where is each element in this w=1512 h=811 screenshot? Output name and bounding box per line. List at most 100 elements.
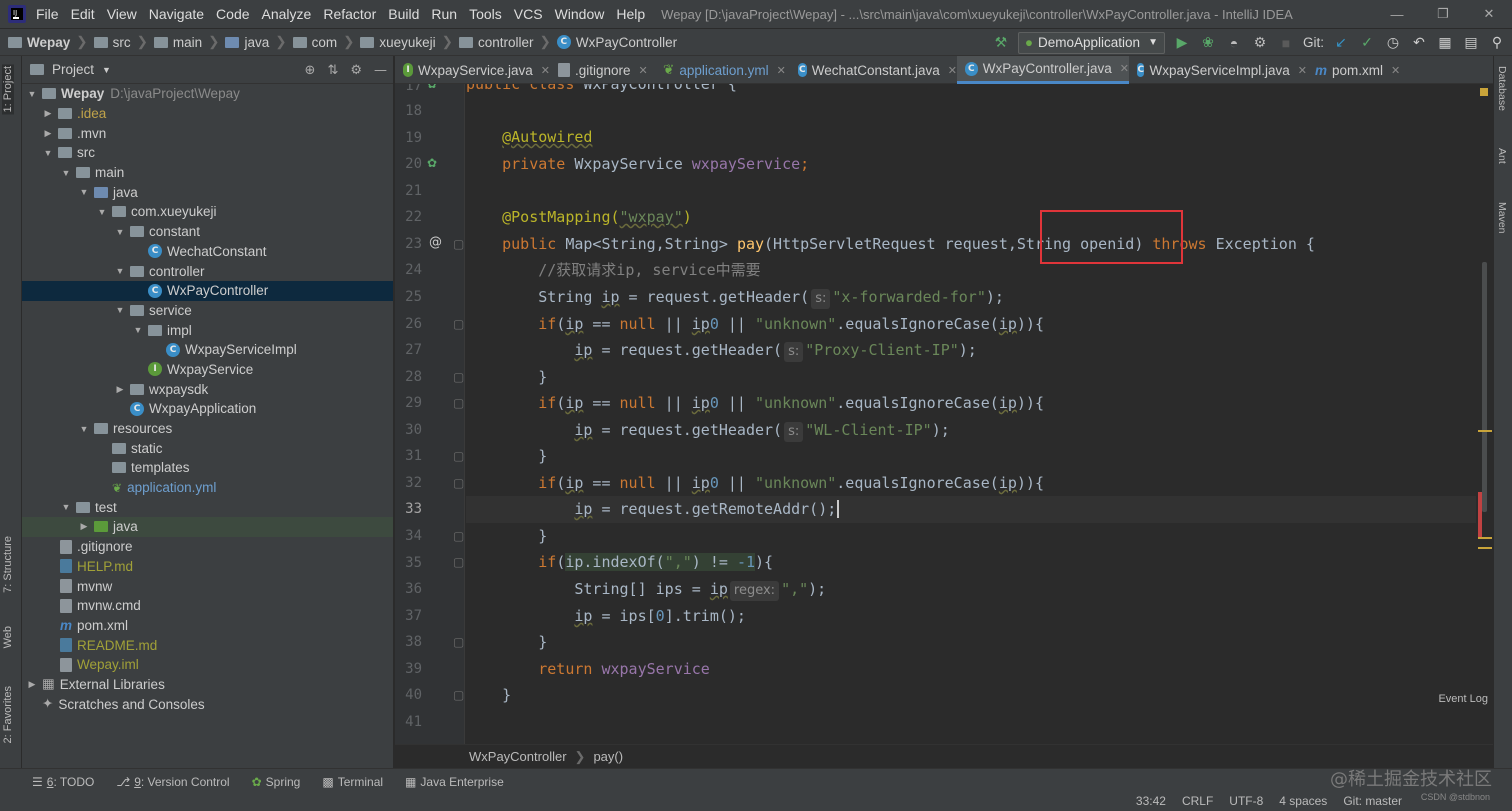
breadcrumb-controller[interactable]: controller ❯ bbox=[456, 34, 554, 50]
project-structure-icon[interactable]: ▦ bbox=[1436, 34, 1454, 52]
rollback-icon[interactable]: ↶ bbox=[1410, 34, 1428, 52]
menu-run[interactable]: Run bbox=[425, 0, 463, 28]
menu-view[interactable]: View bbox=[101, 0, 143, 28]
build-hammer-icon[interactable]: ⚒ bbox=[992, 34, 1010, 52]
close-tab-icon[interactable]: ✕ bbox=[1391, 64, 1400, 77]
tree-item-external-libraries[interactable]: ▶ ▦ External Libraries bbox=[22, 675, 393, 695]
footer-crumb-method[interactable]: pay() bbox=[593, 749, 623, 764]
close-tab-icon[interactable]: ✕ bbox=[639, 64, 648, 77]
tree-item-wxpayservice[interactable]: I WxpayService bbox=[22, 360, 393, 380]
footer-crumb-class[interactable]: WxPayController bbox=[469, 749, 567, 764]
profile-icon[interactable]: ⚙ bbox=[1251, 34, 1269, 52]
tree-item-resources[interactable]: ▼ resources bbox=[22, 419, 393, 439]
breadcrumb-project[interactable]: Wepay ❯ bbox=[0, 34, 91, 50]
breadcrumb-java[interactable]: java ❯ bbox=[222, 34, 289, 50]
tree-item-scratches[interactable]: ✦ Scratches and Consoles bbox=[22, 694, 393, 714]
project-view-select[interactable]: Project bbox=[52, 62, 94, 77]
tab-wechatconstant[interactable]: C WechatConstant.java ✕ bbox=[790, 56, 957, 84]
fold-icon[interactable]: ▢ bbox=[453, 317, 464, 331]
tree-item-gitignore[interactable]: .gitignore bbox=[22, 537, 393, 557]
history-icon[interactable]: ◷ bbox=[1384, 34, 1402, 52]
tree-item-wechatconstant[interactable]: C WechatConstant bbox=[22, 242, 393, 262]
tree-item-wxpayapplication[interactable]: C WxpayApplication bbox=[22, 399, 393, 419]
close-icon[interactable]: ✕ bbox=[1466, 0, 1512, 28]
tool-terminal[interactable]: ▩ Terminal bbox=[322, 775, 383, 789]
vcs-commit-icon[interactable]: ✓ bbox=[1358, 34, 1376, 52]
collapse-all-icon[interactable]: ⇅ bbox=[327, 63, 338, 78]
menu-tools[interactable]: Tools bbox=[463, 0, 508, 28]
code-editor[interactable]: public class WxPayController { @Autowire… bbox=[466, 84, 1476, 744]
tab-application-yml[interactable]: ❦ application.yml ✕ bbox=[655, 56, 790, 84]
minimize-icon[interactable]: — bbox=[1374, 0, 1420, 28]
tree-item-static[interactable]: static bbox=[22, 438, 393, 458]
tree-item-controller[interactable]: ▼ controller bbox=[22, 261, 393, 281]
menu-window[interactable]: Window bbox=[549, 0, 611, 28]
debug-icon[interactable]: ❀ bbox=[1199, 34, 1217, 52]
tree-item-help-md[interactable]: HELP.md bbox=[22, 557, 393, 577]
fold-icon[interactable]: ▢ bbox=[453, 237, 464, 251]
run-icon[interactable]: ▶ bbox=[1173, 34, 1191, 52]
tab-pom-xml[interactable]: m pom.xml ✕ bbox=[1307, 56, 1407, 84]
menu-analyze[interactable]: Analyze bbox=[256, 0, 318, 28]
tool-spring[interactable]: ✿ Spring bbox=[252, 775, 301, 789]
breadcrumb-com[interactable]: com ❯ bbox=[290, 34, 358, 50]
menu-help[interactable]: Help bbox=[610, 0, 651, 28]
line-separator[interactable]: CRLF bbox=[1182, 794, 1213, 808]
close-tab-icon[interactable]: ✕ bbox=[1120, 62, 1129, 75]
close-tab-icon[interactable]: ✕ bbox=[777, 64, 786, 77]
tree-item-idea[interactable]: ▶ .idea bbox=[22, 104, 393, 124]
fold-icon[interactable]: ▢ bbox=[453, 476, 464, 490]
tree-item-mvn[interactable]: ▶ .mvn bbox=[22, 123, 393, 143]
breadcrumb-src[interactable]: src ❯ bbox=[91, 34, 151, 50]
menu-edit[interactable]: Edit bbox=[65, 0, 101, 28]
tab-structure-tool[interactable]: 7: Structure bbox=[2, 536, 14, 593]
file-encoding[interactable]: UTF-8 bbox=[1229, 794, 1263, 808]
tool-version-control[interactable]: ⎇ 9: Version Control bbox=[116, 775, 229, 789]
scroll-thumb[interactable] bbox=[1482, 262, 1487, 512]
tab-ant-tool[interactable]: Ant bbox=[1496, 148, 1508, 164]
spring-bean-icon[interactable]: ✿ bbox=[427, 84, 437, 91]
menu-navigate[interactable]: Navigate bbox=[143, 0, 210, 28]
fold-icon[interactable]: ▢ bbox=[453, 449, 464, 463]
tree-item-com-xueyukeji[interactable]: ▼ com.xueyukeji bbox=[22, 202, 393, 222]
tree-item-wxpaysdk[interactable]: ▶ wxpaysdk bbox=[22, 379, 393, 399]
tree-item-wxpaycontroller[interactable]: C WxPayController bbox=[22, 280, 393, 301]
menu-build[interactable]: Build bbox=[382, 0, 425, 28]
menu-file[interactable]: File bbox=[30, 0, 65, 28]
menu-code[interactable]: Code bbox=[210, 0, 255, 28]
close-tab-icon[interactable]: ✕ bbox=[1298, 64, 1307, 77]
tree-item-wepay[interactable]: ▼ Wepay D:\javaProject\Wepay bbox=[22, 84, 393, 104]
tree-item-readme[interactable]: README.md bbox=[22, 635, 393, 655]
tree-item-templates[interactable]: templates bbox=[22, 458, 393, 478]
tree-item-impl[interactable]: ▼ impl bbox=[22, 320, 393, 340]
tree-item-wxpayserviceimpl[interactable]: C WxpayServiceImpl bbox=[22, 340, 393, 360]
chevron-down-icon[interactable]: ▼ bbox=[102, 65, 111, 75]
coverage-icon[interactable]: ◓ bbox=[1225, 34, 1243, 52]
tree-item-test-java[interactable]: ▶ java bbox=[22, 517, 393, 537]
git-branch[interactable]: Git: master bbox=[1343, 794, 1402, 808]
tab-wxpaycontroller[interactable]: C WxPayController.java ✕ bbox=[957, 56, 1129, 84]
layout-icon[interactable]: ▤ bbox=[1462, 34, 1480, 52]
editor-scrollbar[interactable] bbox=[1477, 84, 1493, 744]
restore-icon[interactable]: ❐ bbox=[1420, 0, 1466, 28]
tree-item-java[interactable]: ▼ java bbox=[22, 182, 393, 202]
event-log-label[interactable]: Event Log bbox=[1438, 693, 1488, 705]
breadcrumb-main[interactable]: main ❯ bbox=[151, 34, 223, 50]
fold-icon[interactable]: ▢ bbox=[453, 370, 464, 384]
fold-icon[interactable]: ▢ bbox=[453, 529, 464, 543]
request-mapping-icon[interactable]: @ bbox=[429, 235, 442, 250]
caret-position[interactable]: 33:42 bbox=[1136, 794, 1166, 808]
tree-item-test[interactable]: ▼ test bbox=[22, 497, 393, 517]
tab-maven-tool[interactable]: Maven bbox=[1496, 202, 1508, 234]
tree-item-mvnw[interactable]: mvnw bbox=[22, 576, 393, 596]
fold-icon[interactable]: ▢ bbox=[453, 688, 464, 702]
tree-item-mvnw-cmd[interactable]: mvnw.cmd bbox=[22, 596, 393, 616]
tree-item-application-yml[interactable]: ❦ application.yml bbox=[22, 478, 393, 498]
stop-icon[interactable]: ■ bbox=[1277, 34, 1295, 52]
tab-gitignore[interactable]: .gitignore ✕ bbox=[550, 56, 655, 84]
breadcrumb-class[interactable]: C WxPayController bbox=[554, 35, 680, 50]
tab-favorites-tool[interactable]: 2: Favorites bbox=[2, 686, 14, 743]
locate-file-icon[interactable]: ⊕ bbox=[305, 63, 316, 78]
autowired-bean-icon[interactable]: ✿ bbox=[427, 156, 437, 170]
tab-wxpayservice[interactable]: I WxpayService.java ✕ bbox=[395, 56, 550, 84]
